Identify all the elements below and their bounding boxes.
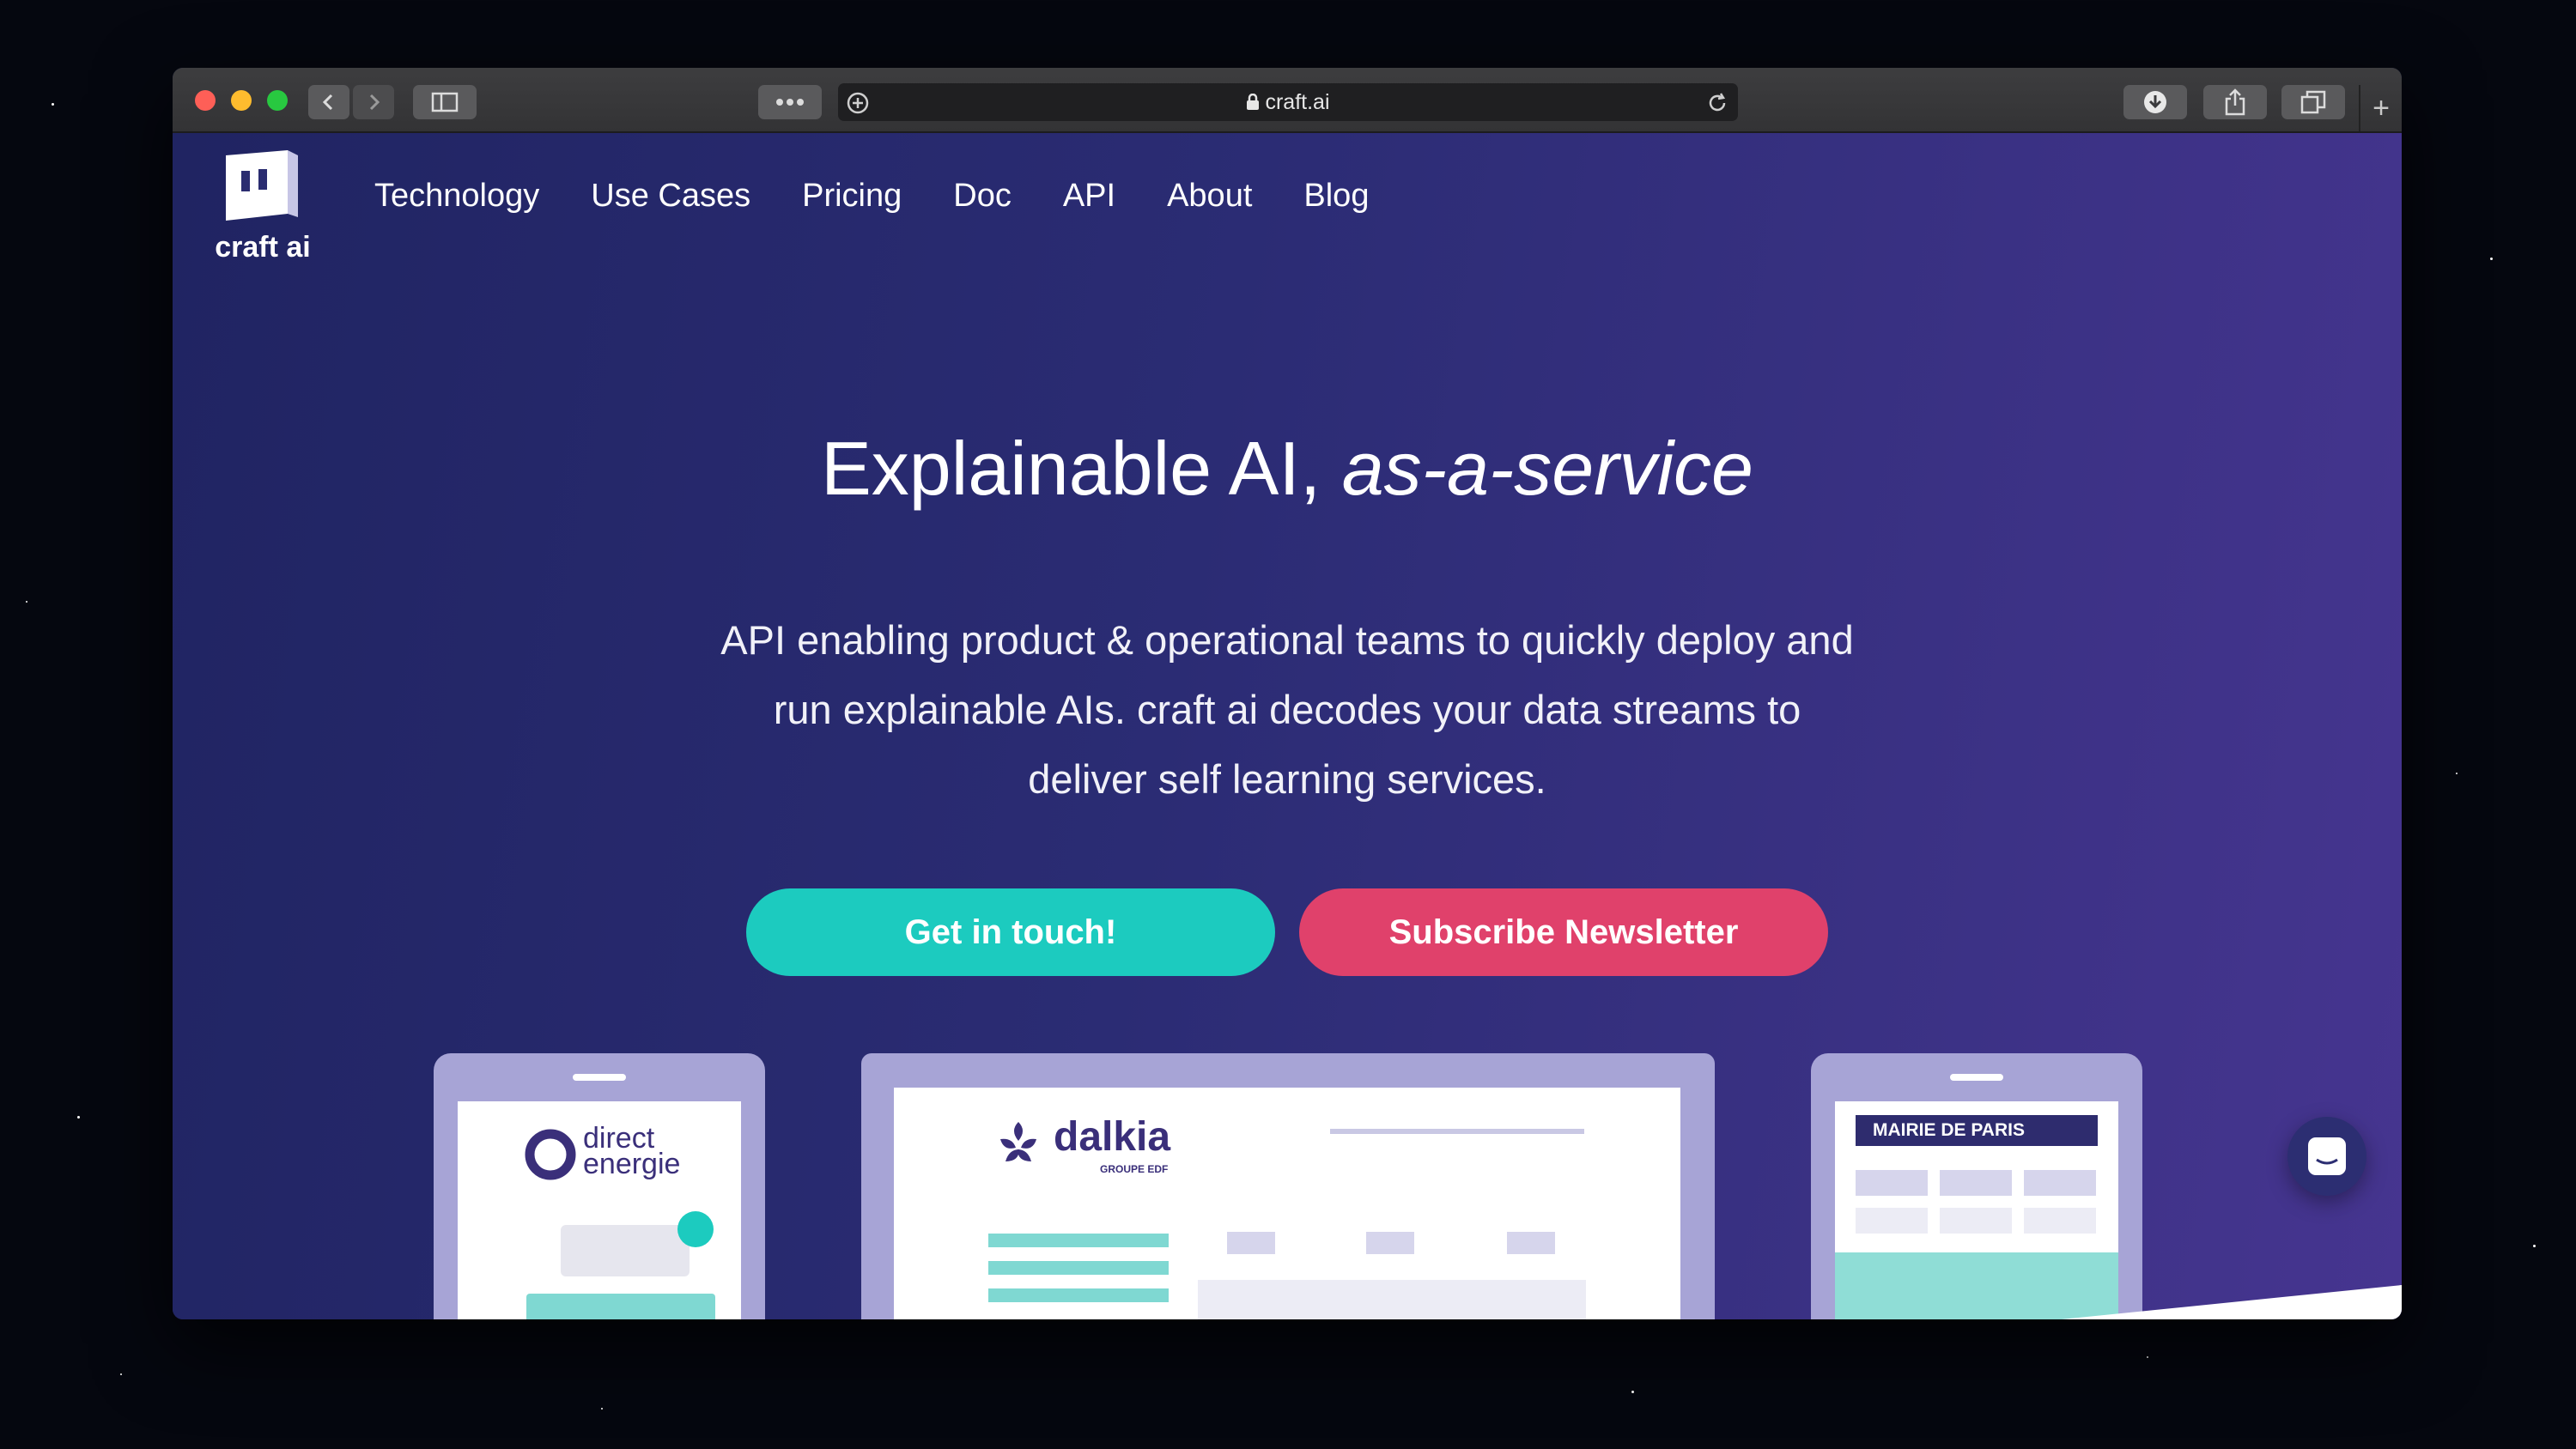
nav-api[interactable]: API [1063,178,1115,215]
forward-button[interactable] [353,85,394,119]
nav-about[interactable]: About [1167,178,1252,215]
grid-cell [2024,1208,2096,1234]
share-button[interactable] [2203,85,2267,119]
direct-energie-logo-icon [525,1129,576,1180]
craft-ai-logo[interactable]: craft ai [207,145,319,264]
lock-icon [1247,93,1260,110]
get-in-touch-button[interactable]: Get in touch! [746,888,1275,976]
direct-energie-logo-text: direct energie [583,1124,681,1180]
hero-subtitle: API enabling product & operational teams… [686,605,1888,814]
section-divider [2062,1285,2402,1319]
nav-blog[interactable]: Blog [1303,178,1369,215]
logo-line: energie [583,1148,681,1180]
hero-subtitle-line: API enabling product & operational teams… [720,617,1854,663]
sidebar-toggle-button[interactable] [413,85,477,119]
grid-cell [1856,1208,1928,1234]
grid-cell [1940,1208,2012,1234]
grid-cell [1940,1170,2012,1196]
nav-use-cases[interactable]: Use Cases [591,178,750,215]
download-icon [2144,91,2166,113]
hero-title: Explainable AI, as-a-service [173,425,2402,512]
hero-subtitle-line: deliver self learning services. [1028,756,1546,802]
browser-window: craft.ai + craft ai Technology Use Cases… [173,68,2402,1319]
chevron-left-icon [322,94,333,111]
back-button[interactable] [308,85,349,119]
grid-cell [2024,1170,2096,1196]
hero-title-em: as-a-service [1341,426,1753,511]
extensions-button[interactable] [758,85,822,119]
sidebar-icon [431,92,459,112]
browser-toolbar: craft.ai + [173,68,2402,133]
nav-doc[interactable]: Doc [953,178,1012,215]
mairie-de-paris-banner: MAIRIE DE PARIS [1856,1115,2098,1146]
dalkia-tagline: GROUPE EDF [1100,1163,1169,1175]
nav-pricing[interactable]: Pricing [802,178,902,215]
main-nav: Technology Use Cases Pricing Doc API Abo… [374,178,1420,215]
hero-title-main: Explainable AI, [821,426,1342,511]
logo-text: craft ai [215,231,311,264]
reload-icon[interactable] [1705,91,1729,115]
hero-subtitle-line: run explainable AIs. craft ai decodes yo… [773,687,1801,732]
subscribe-newsletter-button[interactable]: Subscribe Newsletter [1299,888,1828,976]
craft-ai-mascot-icon [226,150,298,221]
phone-speaker [573,1074,626,1081]
address-bar[interactable]: craft.ai [838,83,1738,121]
phone-speaker [1950,1074,2003,1081]
dalkia-logo-text: dalkia [1054,1114,1171,1160]
minimize-window-button[interactable] [231,90,252,111]
header-line [1330,1129,1584,1134]
chat-widget-button[interactable] [2287,1117,2366,1196]
chevron-right-icon [369,94,380,111]
close-window-button[interactable] [195,90,216,111]
zoom-window-button[interactable] [267,90,288,111]
nav-technology[interactable]: Technology [374,178,539,215]
share-icon [2225,88,2245,116]
more-dots-icon [776,99,804,106]
mairie-de-paris-text: MAIRIE DE PARIS [1873,1120,2025,1140]
url-text: craft.ai [1265,90,1330,114]
tabs-icon [2300,90,2326,114]
chat-icon [2308,1137,2346,1175]
downloads-button[interactable] [2123,85,2187,119]
grid-cell [1856,1170,1928,1196]
url-display: craft.ai [838,90,1738,115]
tabs-overview-button[interactable] [2281,85,2345,119]
webpage: craft ai Technology Use Cases Pricing Do… [173,133,2402,1319]
new-tab-button[interactable]: + [2359,85,2402,131]
dalkia-logo-icon [1000,1122,1036,1161]
